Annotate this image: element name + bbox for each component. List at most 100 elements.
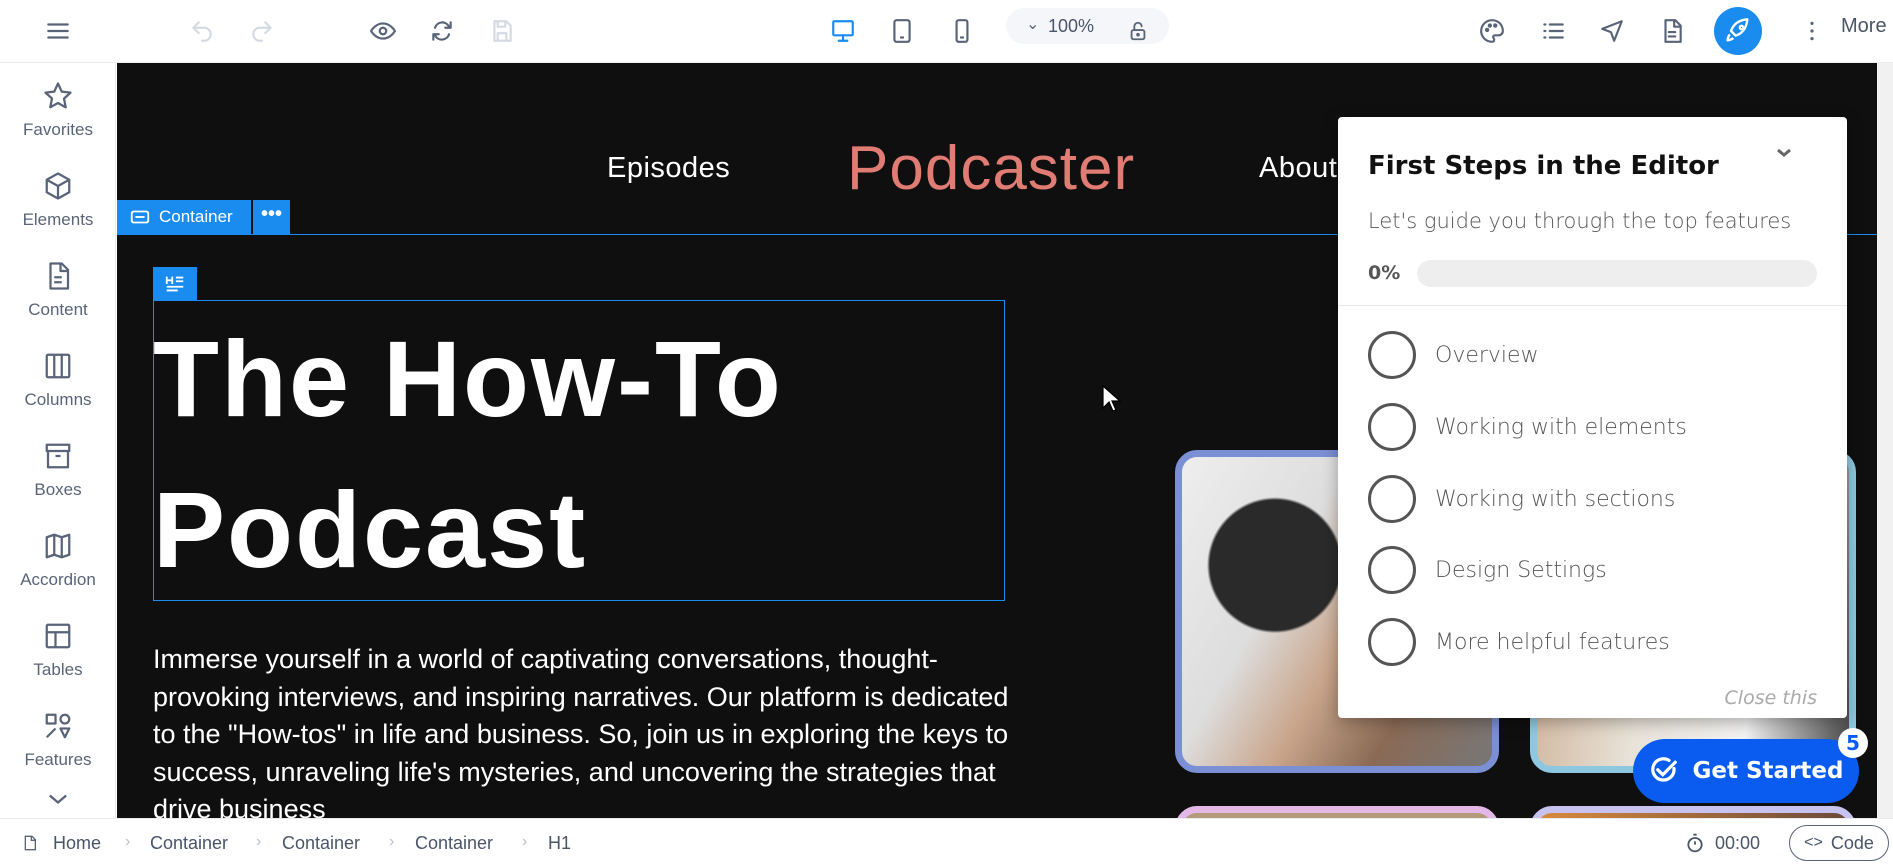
lock-button[interactable]: [1120, 13, 1156, 49]
get-started-button[interactable]: Get Started: [1633, 739, 1859, 803]
sidebar-item-features[interactable]: Features: [0, 701, 116, 787]
more-menu-button[interactable]: [1794, 13, 1830, 49]
tablet-icon: [893, 19, 911, 43]
container-label-text: Container: [159, 207, 233, 226]
panel-subtitle: Let's guide you through the top features: [1368, 209, 1792, 233]
close-guide-link[interactable]: Close this: [1725, 687, 1817, 709]
timer-value: 00:00: [1715, 833, 1761, 853]
panel-title: First Steps in the Editor: [1368, 151, 1719, 181]
publish-send-button[interactable]: [1594, 13, 1630, 49]
step-circle-icon: [1368, 403, 1416, 451]
mobile-view-button[interactable]: [944, 13, 980, 49]
sidebar-item-tables[interactable]: Tables: [0, 611, 116, 697]
top-toolbar: ⌄ 100% More: [0, 0, 1893, 63]
get-started-label: Get Started: [1692, 758, 1844, 784]
refresh-icon: [432, 21, 452, 41]
save-button[interactable]: [484, 13, 520, 49]
breadcrumb-container[interactable]: Container: [415, 833, 493, 854]
breadcrumb-separator: ›: [389, 833, 395, 850]
container-label[interactable]: Container: [117, 200, 251, 234]
podcast-image-3[interactable]: [1175, 806, 1499, 818]
breadcrumb-container[interactable]: Container: [150, 833, 228, 854]
page-heading[interactable]: The How-To Podcast: [153, 303, 1013, 605]
rocket-icon: [1726, 18, 1749, 42]
redo-button[interactable]: [244, 13, 280, 49]
step-label: More helpful features: [1435, 629, 1670, 655]
sidebar-item-label: Elements: [22, 210, 94, 229]
step-working-with-sections[interactable]: Working with sections: [1368, 474, 1675, 524]
map-icon: [45, 533, 71, 559]
eye-icon: [370, 22, 396, 40]
steps-count-badge: 5: [1838, 728, 1868, 758]
redo-icon: [252, 21, 272, 42]
canvas-scrollbar[interactable]: [1877, 63, 1893, 818]
collapse-panel-button[interactable]: [1772, 141, 1796, 170]
design-button[interactable]: [1474, 13, 1510, 49]
step-working-with-elements[interactable]: Working with elements: [1368, 402, 1687, 452]
nav-link-episodes[interactable]: Episodes: [607, 152, 730, 185]
breadcrumb-separator: ›: [256, 833, 262, 850]
menu-button[interactable]: [40, 13, 76, 49]
step-overview[interactable]: Overview: [1368, 330, 1539, 380]
podcast-image-4[interactable]: [1530, 806, 1856, 818]
step-label: Overview: [1435, 342, 1539, 368]
site-logo[interactable]: Podcaster: [847, 133, 1135, 204]
sidebar-item-columns[interactable]: Columns: [0, 341, 116, 427]
page-settings-button[interactable]: [1654, 13, 1690, 49]
desktop-icon: [832, 20, 854, 42]
sidebar-scroll-down[interactable]: [44, 785, 72, 818]
intro-paragraph[interactable]: Immerse yourself in a world of captivati…: [153, 641, 1033, 818]
breadcrumb-separator: ›: [125, 833, 131, 850]
rocket-button[interactable]: [1714, 7, 1762, 55]
sidebar-item-elements[interactable]: Elements: [0, 161, 116, 247]
check-circle-icon: [1650, 757, 1677, 782]
sidebar-item-content[interactable]: Content: [0, 251, 116, 337]
desktop-view-button[interactable]: [825, 13, 861, 49]
container-icon: [130, 210, 150, 224]
undo-button[interactable]: [184, 13, 220, 49]
mouse-cursor-icon: [1102, 385, 1122, 412]
code-icon: <>: [1804, 834, 1823, 851]
sidebar-item-label: Boxes: [34, 480, 82, 499]
step-circle-icon: [1368, 546, 1416, 594]
sidebar-item-accordion[interactable]: Accordion: [0, 521, 116, 607]
divider: [1338, 305, 1847, 306]
list-icon: [1543, 23, 1564, 39]
tablet-view-button[interactable]: [884, 13, 920, 49]
lock-icon: [1130, 21, 1146, 41]
step-more-helpful-features[interactable]: More helpful features: [1368, 617, 1670, 667]
save-icon: [493, 20, 512, 42]
document-icon: [49, 262, 70, 290]
mobile-icon: [955, 19, 969, 43]
nav-link-about[interactable]: About: [1259, 152, 1337, 185]
container-options-button[interactable]: •••: [253, 200, 290, 234]
pages-button[interactable]: [1535, 13, 1571, 49]
zoom-level: 100%: [1048, 16, 1095, 36]
code-label: Code: [1830, 832, 1874, 853]
sidebar-item-label: Features: [24, 750, 92, 769]
step-label: Working with elements: [1435, 414, 1687, 440]
breadcrumb-container[interactable]: Container: [282, 833, 360, 854]
first-steps-panel: First Steps in the Editor Let's guide yo…: [1338, 117, 1847, 718]
preview-button[interactable]: [365, 13, 401, 49]
heading-element-badge[interactable]: [153, 267, 197, 301]
step-design-settings[interactable]: Design Settings: [1368, 545, 1607, 595]
chevron-down-icon: ⌄: [1026, 16, 1040, 33]
code-button[interactable]: <> Code: [1789, 825, 1889, 861]
more-vertical-icon: [1810, 21, 1814, 41]
sidebar-item-label: Favorites: [23, 120, 93, 139]
page-icon: [24, 835, 36, 851]
step-label: Working with sections: [1435, 486, 1676, 512]
progress-label: 0%: [1368, 262, 1401, 284]
chevron-down-icon: [1777, 148, 1791, 157]
more-label[interactable]: More: [1841, 15, 1887, 38]
sidebar-item-label: Columns: [24, 390, 92, 409]
sidebar-item-label: Accordion: [20, 570, 96, 589]
refresh-button[interactable]: [424, 13, 460, 49]
sidebar-item-boxes[interactable]: Boxes: [0, 431, 116, 517]
document-icon: [1664, 19, 1682, 43]
breadcrumb-home[interactable]: Home: [53, 833, 101, 854]
breadcrumb-h1[interactable]: H1: [548, 833, 571, 854]
sidebar-item-favorites[interactable]: Favorites: [0, 71, 116, 157]
step-circle-icon: [1368, 475, 1416, 523]
